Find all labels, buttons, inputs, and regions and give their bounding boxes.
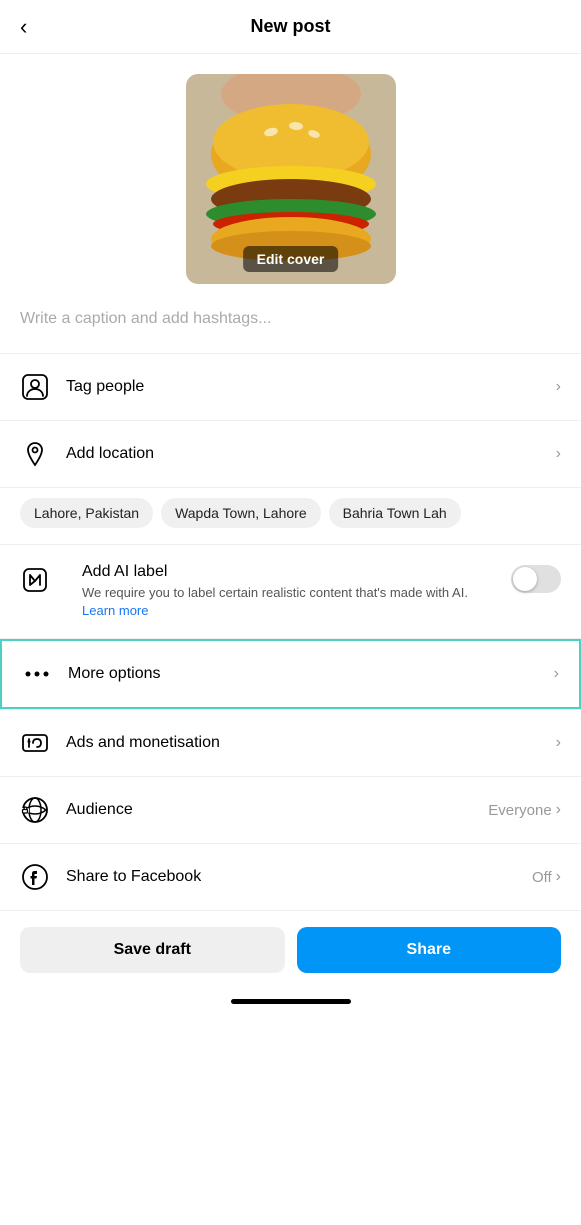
- add-location-label: Add location: [66, 445, 556, 463]
- more-options-icon: [22, 659, 52, 689]
- ai-label-text-block: Add AI label We require you to label cer…: [82, 563, 495, 620]
- caption-input[interactable]: Write a caption and add hashtags...: [0, 294, 581, 354]
- audience-chevron: ›: [556, 801, 561, 819]
- audience-label: Audience: [66, 801, 488, 819]
- page-title: New post: [250, 16, 330, 37]
- ai-label-icon: [20, 565, 50, 595]
- audience-item[interactable]: Audience Everyone ›: [0, 777, 581, 844]
- tag-people-item[interactable]: Tag people ›: [0, 354, 581, 421]
- more-options-chevron: ›: [554, 665, 559, 683]
- chip-lahore[interactable]: Lahore, Pakistan: [20, 498, 153, 528]
- back-button[interactable]: ‹: [20, 14, 27, 40]
- tag-people-icon: [20, 372, 50, 402]
- share-facebook-label: Share to Facebook: [66, 868, 532, 886]
- home-bar: [231, 999, 351, 1004]
- ads-icon: [20, 728, 50, 758]
- tag-people-label: Tag people: [66, 378, 556, 396]
- ai-label-item: Add AI label We require you to label cer…: [0, 545, 581, 639]
- save-draft-button[interactable]: Save draft: [20, 927, 285, 973]
- ai-label-title: Add AI label: [82, 563, 495, 581]
- ads-label: Ads and monetisation: [66, 734, 556, 752]
- more-options-label: More options: [68, 665, 554, 683]
- location-chips-row: Lahore, Pakistan Wapda Town, Lahore Bahr…: [0, 488, 581, 545]
- chip-wapda[interactable]: Wapda Town, Lahore: [161, 498, 321, 528]
- cover-image-wrapper[interactable]: Edit cover: [186, 74, 396, 284]
- ai-label-toggle[interactable]: [511, 565, 561, 593]
- facebook-icon: [20, 862, 50, 892]
- bottom-rows: Ads and monetisation › Audience Everyone…: [0, 709, 581, 910]
- add-location-chevron: ›: [556, 445, 561, 463]
- edit-cover-label: Edit cover: [243, 246, 339, 272]
- audience-icon: [20, 795, 50, 825]
- tag-people-chevron: ›: [556, 378, 561, 396]
- share-facebook-chevron: ›: [556, 868, 561, 886]
- share-facebook-value: Off: [532, 869, 552, 886]
- learn-more-link[interactable]: Learn more: [82, 603, 148, 618]
- header: ‹ New post: [0, 0, 581, 54]
- ai-label-description: We require you to label certain realisti…: [82, 584, 495, 620]
- home-indicator: [0, 989, 581, 1010]
- share-button[interactable]: Share: [297, 927, 562, 973]
- audience-value: Everyone: [488, 802, 551, 819]
- chip-bahria[interactable]: Bahria Town Lah: [329, 498, 461, 528]
- ads-chevron: ›: [556, 734, 561, 752]
- add-location-item[interactable]: Add location ›: [0, 421, 581, 487]
- caption-placeholder: Write a caption and add hashtags...: [20, 310, 271, 327]
- bottom-buttons: Save draft Share: [0, 910, 581, 989]
- menu-section: Tag people › Add location ›: [0, 354, 581, 488]
- toggle-knob: [513, 567, 537, 591]
- location-icon: [20, 439, 50, 469]
- share-facebook-item[interactable]: Share to Facebook Off ›: [0, 844, 581, 910]
- cover-section: Edit cover: [0, 54, 581, 294]
- ads-monetisation-item[interactable]: Ads and monetisation ›: [0, 710, 581, 777]
- more-options-item[interactable]: More options ›: [0, 639, 581, 709]
